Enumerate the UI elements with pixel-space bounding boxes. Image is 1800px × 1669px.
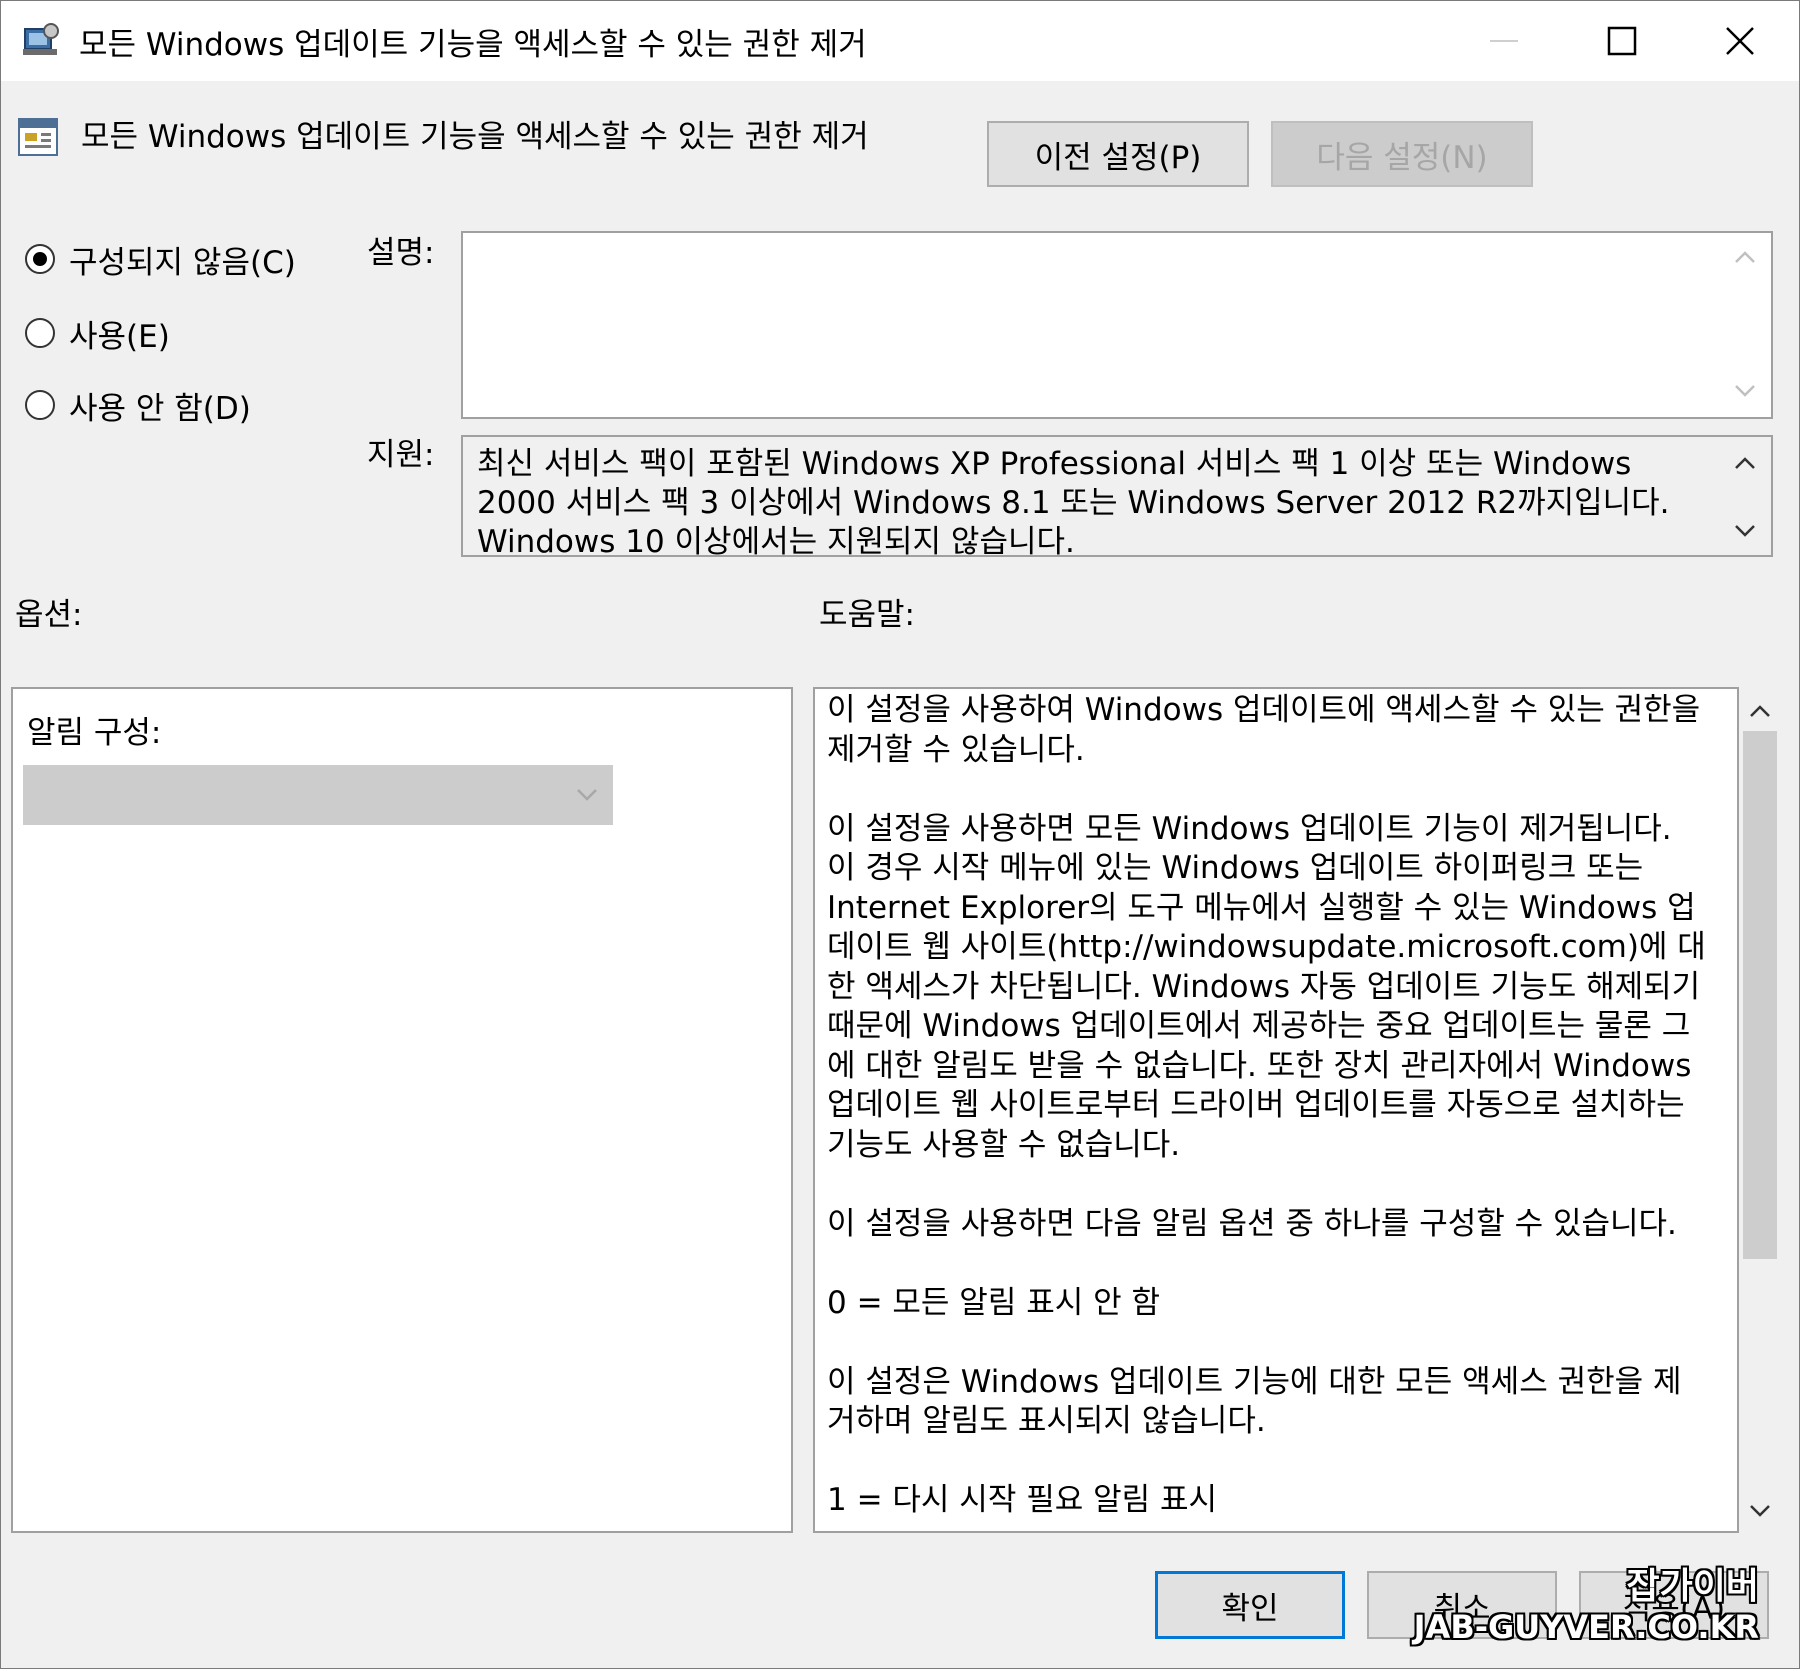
radio-not-configured[interactable]: 구성되지 않음(C) [25, 237, 296, 281]
help-paragraph: 이 설정을 사용하면 다음 알림 옵션 중 하나를 구성할 수 있습니다. [827, 1205, 1677, 1242]
help-paragraph: 0 = 모든 알림 표시 안 함 [827, 1284, 1160, 1321]
supported-line: 2000 서비스 팩 3 이상에서 Windows 8.1 또는 Windows… [477, 485, 1670, 521]
watermark-line2: JAB-GUYVER.CO.KR [1413, 1608, 1759, 1646]
chevron-up-icon[interactable] [1748, 703, 1772, 719]
help-panel[interactable]: 이 설정을 사용하여 Windows 업데이트에 액세스할 수 있는 권한을 제… [813, 687, 1739, 1533]
help-text: 이 설정을 사용하여 Windows 업데이트에 액세스할 수 있는 권한을 제… [827, 691, 1707, 1531]
maximize-button[interactable] [1563, 1, 1681, 81]
watermark-line1: 잡가이버 [1626, 1566, 1759, 1607]
radio-button[interactable] [25, 318, 55, 348]
watermark: 잡가이버 JAB-GUYVER.CO.KR [1414, 1566, 1759, 1646]
policy-setting-window: 모든 Windows 업데이트 기능을 액세스할 수 있는 권한 제거 모든 W… [0, 0, 1800, 1669]
help-paragraph: 1 = 다시 시작 필요 알림 표시 [827, 1482, 1218, 1518]
comment-scroll-up[interactable] [1725, 239, 1765, 279]
close-icon [1726, 27, 1754, 55]
previous-setting-button[interactable]: 이전 설정(P) [987, 121, 1249, 187]
notification-combo[interactable] [23, 765, 613, 825]
help-paragraph: 이 설정을 사용하면 모든 Windows 업데이트 기능이 제거됩니다. 이 … [827, 810, 1706, 1163]
supported-scroll-down[interactable] [1725, 513, 1765, 553]
options-panel: 알림 구성: [11, 687, 793, 1533]
supported-line: 최신 서비스 팩이 포함된 Windows XP Professional 서비… [477, 446, 1632, 482]
policy-setting-icon [21, 21, 65, 61]
chevron-down-icon [577, 789, 597, 801]
help-paragraph: 이 설정은 Windows 업데이트 기능에 대한 모든 액세스 권한을 제거하… [827, 1363, 1682, 1440]
chevron-up-icon [1735, 251, 1755, 263]
chevron-down-icon [1735, 525, 1755, 537]
maximize-icon [1607, 26, 1637, 56]
minimize-button[interactable] [1445, 1, 1563, 81]
radio-label: 구성되지 않음(C) [69, 244, 296, 281]
help-scrollbar[interactable] [1739, 687, 1781, 1533]
supported-textbox[interactable]: 최신 서비스 팩이 포함된 Windows XP Professional 서비… [461, 435, 1773, 557]
supported-line: Windows 10 이상에서는 지원되지 않습니다. [477, 524, 1075, 557]
policy-page-icon [17, 115, 61, 159]
next-setting-button[interactable]: 다음 설정(N) [1271, 121, 1533, 187]
setting-title: 모든 Windows 업데이트 기능을 액세스할 수 있는 권한 제거 [81, 119, 869, 155]
supported-scroll-up[interactable] [1725, 445, 1765, 485]
window-title: 모든 Windows 업데이트 기능을 액세스할 수 있는 권한 제거 [79, 27, 867, 63]
radio-label: 사용(E) [69, 318, 170, 355]
supported-text: 최신 서비스 팩이 포함된 Windows XP Professional 서비… [477, 445, 1711, 557]
options-label: 옵션: [15, 597, 83, 633]
notification-label: 알림 구성: [27, 715, 162, 751]
title-bar[interactable]: 모든 Windows 업데이트 기능을 액세스할 수 있는 권한 제거 [1, 1, 1799, 81]
radio-enabled[interactable]: 사용(E) [25, 311, 170, 355]
radio-label: 사용 안 함(D) [69, 390, 251, 427]
close-button[interactable] [1681, 1, 1799, 81]
ok-button[interactable]: 확인 [1155, 1571, 1345, 1639]
chevron-down-icon[interactable] [1748, 1503, 1772, 1519]
chevron-down-icon [1735, 385, 1755, 397]
supported-label: 지원: [367, 437, 435, 473]
chevron-up-icon [1735, 457, 1755, 469]
help-label: 도움말: [819, 597, 916, 633]
minimize-icon [1490, 40, 1518, 42]
help-scrollbar-thumb[interactable] [1743, 731, 1777, 1259]
comment-scroll-down[interactable] [1725, 373, 1765, 413]
comment-textbox[interactable] [461, 231, 1773, 419]
comment-label: 설명: [367, 235, 435, 271]
radio-button[interactable] [25, 390, 55, 420]
radio-button[interactable] [25, 244, 55, 274]
radio-disabled[interactable]: 사용 안 함(D) [25, 383, 251, 427]
help-paragraph: 이 설정을 사용하여 Windows 업데이트에 액세스할 수 있는 권한을 제… [827, 692, 1701, 768]
